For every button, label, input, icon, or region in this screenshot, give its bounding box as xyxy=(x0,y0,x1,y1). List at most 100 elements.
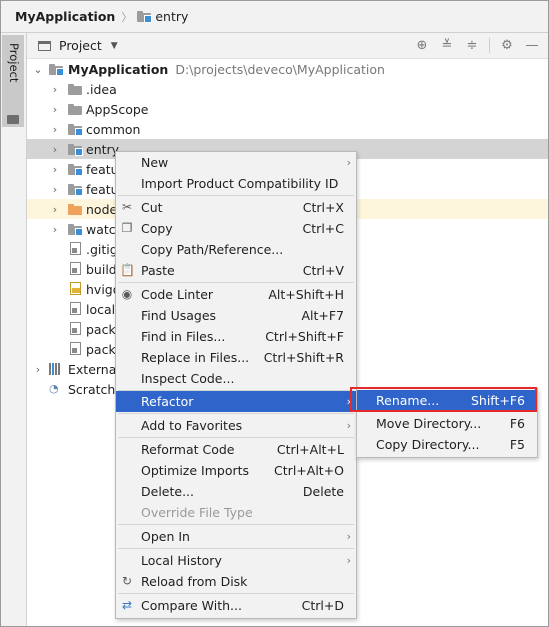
folder-icon xyxy=(68,104,82,115)
js-file-icon xyxy=(70,282,81,295)
module-folder-icon xyxy=(68,124,83,136)
file-icon xyxy=(70,242,81,255)
tree-item-label: .gitig xyxy=(86,241,118,257)
menu-item-open-in[interactable]: Open In › xyxy=(116,526,356,547)
chevron-right-icon[interactable]: › xyxy=(49,139,61,159)
menu-separator xyxy=(118,524,354,525)
tree-root-path: D:\projects\deveco\MyApplication xyxy=(175,61,385,77)
folder-icon xyxy=(7,115,19,124)
chevron-right-icon[interactable]: › xyxy=(49,119,61,139)
reload-icon: ↻ xyxy=(121,574,133,588)
hide-icon[interactable]: — xyxy=(524,38,540,54)
chevron-right-icon[interactable]: › xyxy=(49,219,61,239)
breadcrumb: MyApplication 〉 entry xyxy=(1,1,548,33)
chevron-right-icon[interactable]: › xyxy=(32,359,44,379)
chevron-right-icon[interactable]: › xyxy=(49,179,61,199)
breadcrumb-current[interactable]: entry xyxy=(137,1,188,32)
menu-item-cut[interactable]: ✂ Cut Ctrl+X xyxy=(116,197,356,218)
menu-item-import-compat-id[interactable]: Import Product Compatibility ID xyxy=(116,173,356,194)
tree-item-label: featu xyxy=(86,181,119,197)
tree-item-label: common xyxy=(86,121,141,137)
menu-item-copy-path[interactable]: Copy Path/Reference... xyxy=(116,239,356,260)
folder-icon xyxy=(49,64,64,76)
menu-item-find-usages[interactable]: Find Usages Alt+F7 xyxy=(116,305,356,326)
folder-icon xyxy=(68,84,82,95)
submenu-item-move-directory[interactable]: Move Directory... F6 xyxy=(357,413,537,434)
config-file-icon xyxy=(70,342,81,355)
tree-item-label: .idea xyxy=(86,81,117,97)
module-folder-icon xyxy=(68,224,83,236)
menu-separator xyxy=(118,593,354,594)
tree-root-row[interactable]: ⌄ MyApplication D:\projects\deveco\MyAppl… xyxy=(27,59,548,79)
gear-icon[interactable]: ⚙ xyxy=(499,38,515,54)
project-stripe-label: Project xyxy=(7,43,21,83)
clipboard-icon: 📋 xyxy=(120,263,135,277)
toolbar-separator xyxy=(489,38,490,53)
menu-item-code-linter[interactable]: ◉ Code Linter Alt+Shift+H xyxy=(116,284,356,305)
tree-item-label: External xyxy=(68,361,120,377)
chevron-right-icon: › xyxy=(346,554,351,567)
module-folder-icon xyxy=(68,164,83,176)
folder-icon xyxy=(68,204,82,215)
menu-item-reformat-code[interactable]: Reformat Code Ctrl+Alt+L xyxy=(116,439,356,460)
menu-item-new[interactable]: New › xyxy=(116,152,356,173)
module-folder-icon xyxy=(68,144,83,156)
rename-highlight-frame xyxy=(350,387,537,412)
dropdown-caret-icon[interactable]: ▼ xyxy=(111,41,118,51)
compare-icon: ⇄ xyxy=(121,598,133,612)
menu-item-compare-with[interactable]: ⇄ Compare With... Ctrl+D xyxy=(116,595,356,616)
chevron-right-icon: › xyxy=(346,530,351,543)
chevron-down-icon[interactable]: ⌄ xyxy=(32,59,44,79)
project-toolbar: Project ▼ ⊕ ≚ ≑ ⚙ — xyxy=(27,33,548,59)
chevron-right-icon[interactable]: › xyxy=(49,159,61,179)
menu-item-paste[interactable]: 📋 Paste Ctrl+V xyxy=(116,260,356,281)
menu-item-replace-in-files[interactable]: Replace in Files... Ctrl+Shift+R xyxy=(116,347,356,368)
chevron-right-icon[interactable]: › xyxy=(49,99,61,119)
collapse-all-icon[interactable]: ≑ xyxy=(464,38,480,54)
menu-separator xyxy=(118,548,354,549)
file-icon xyxy=(70,302,81,315)
copy-icon: ❐ xyxy=(121,221,133,235)
module-folder-icon xyxy=(68,184,83,196)
project-view-title[interactable]: Project xyxy=(59,38,102,53)
chevron-right-icon[interactable]: › xyxy=(49,199,61,219)
breadcrumb-root[interactable]: MyApplication xyxy=(1,1,115,32)
tree-item-label: featu xyxy=(86,161,119,177)
menu-separator xyxy=(118,437,354,438)
context-menu: New › Import Product Compatibility ID ✂ … xyxy=(115,151,357,619)
tree-item-label: AppScope xyxy=(86,101,149,117)
chevron-right-icon[interactable]: › xyxy=(49,79,61,99)
menu-item-local-history[interactable]: Local History › xyxy=(116,550,356,571)
tree-item-label: build xyxy=(86,261,117,277)
tree-root-label: MyApplication D:\projects\deveco\MyApplic… xyxy=(68,61,385,77)
expand-all-icon[interactable]: ≚ xyxy=(439,38,455,54)
chevron-right-icon: › xyxy=(346,419,351,432)
menu-item-optimize-imports[interactable]: Optimize Imports Ctrl+Alt+O xyxy=(116,460,356,481)
library-icon xyxy=(49,363,63,375)
folder-icon xyxy=(137,11,153,23)
left-tool-stripe: Project xyxy=(1,33,27,626)
project-view-icon xyxy=(38,40,51,51)
tree-item[interactable]: › .idea xyxy=(27,79,548,99)
menu-separator xyxy=(118,282,354,283)
config-file-icon xyxy=(70,262,81,275)
submenu-item-copy-directory[interactable]: Copy Directory... F5 xyxy=(357,434,537,455)
tree-item-label: node xyxy=(86,201,118,217)
locate-icon[interactable]: ⊕ xyxy=(414,38,430,54)
breadcrumb-current-label: entry xyxy=(155,9,189,24)
tree-item[interactable]: › common xyxy=(27,119,548,139)
menu-item-copy[interactable]: ❐ Copy Ctrl+C xyxy=(116,218,356,239)
chevron-right-icon: › xyxy=(346,156,351,169)
breadcrumb-separator: 〉 xyxy=(121,10,133,24)
scratches-icon: ◔ xyxy=(49,382,59,395)
scissors-icon: ✂ xyxy=(121,200,133,214)
menu-item-find-in-files[interactable]: Find in Files... Ctrl+Shift+F xyxy=(116,326,356,347)
tree-item[interactable]: › AppScope xyxy=(27,99,548,119)
menu-item-add-to-favorites[interactable]: Add to Favorites › xyxy=(116,415,356,436)
menu-separator xyxy=(118,195,354,196)
menu-item-delete[interactable]: Delete... Delete xyxy=(116,481,356,502)
menu-item-refactor[interactable]: Refactor › xyxy=(116,391,356,412)
project-stripe-tab[interactable]: Project xyxy=(2,35,24,127)
menu-item-reload-from-disk[interactable]: ↻ Reload from Disk xyxy=(116,571,356,592)
menu-item-inspect-code[interactable]: Inspect Code... xyxy=(116,368,356,389)
